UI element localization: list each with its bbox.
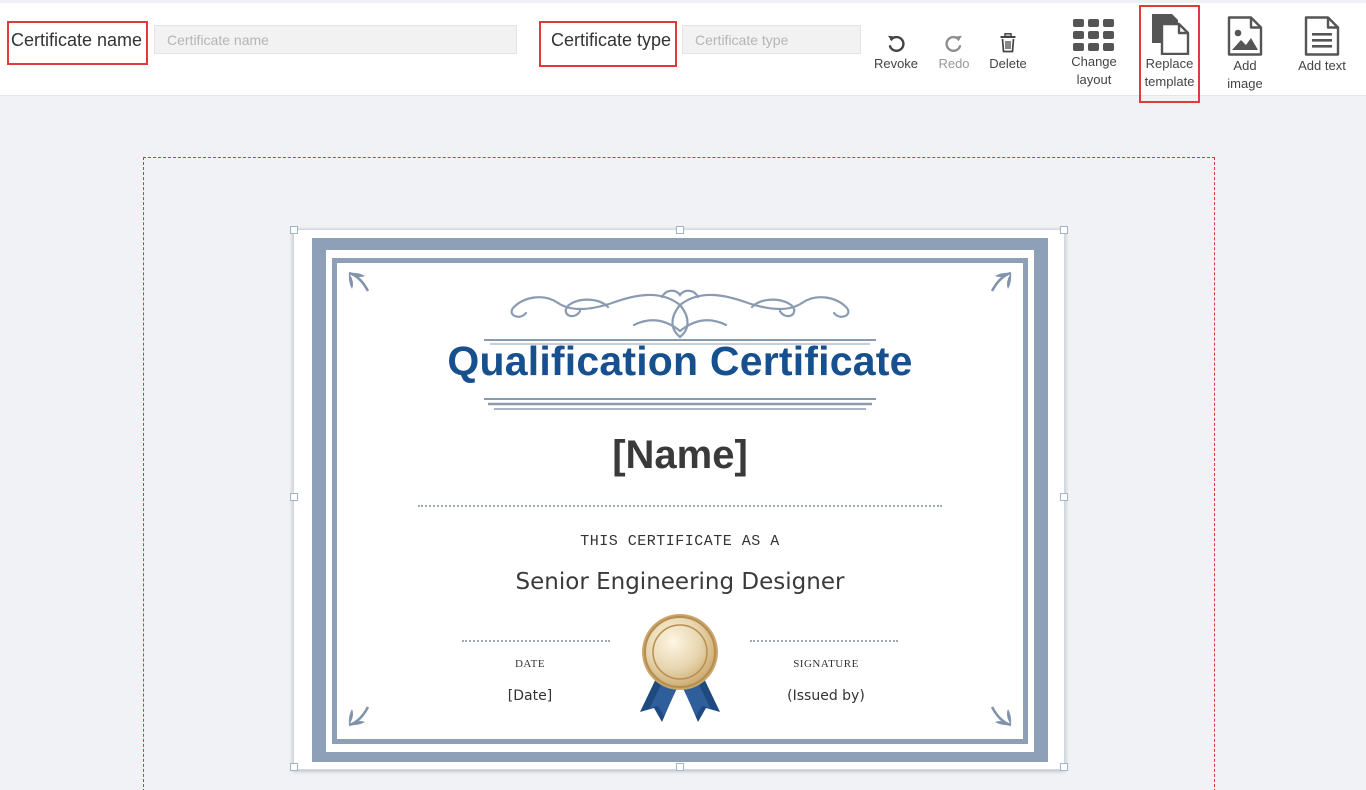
certificate-name-label: Certificate name bbox=[11, 30, 143, 50]
resize-handle-top-left[interactable] bbox=[290, 226, 298, 234]
undo-icon bbox=[884, 31, 908, 55]
certificate-type-input[interactable] bbox=[682, 25, 861, 54]
resize-handle-top[interactable] bbox=[676, 226, 684, 234]
corner-ornament-top-right-icon bbox=[990, 271, 1012, 292]
certificate-role[interactable]: Senior Engineering Designer bbox=[294, 569, 1066, 595]
add-image-button[interactable]: Add image bbox=[1215, 15, 1275, 93]
delete-label: Delete bbox=[989, 56, 1027, 71]
title-underline-icon bbox=[484, 398, 876, 410]
change-layout-label-line2: layout bbox=[1076, 72, 1112, 87]
signature-value[interactable]: (Issued by) bbox=[746, 688, 906, 704]
replace-template-label-line1: Replace bbox=[1145, 56, 1194, 71]
replace-template-button[interactable]: Replace template bbox=[1140, 13, 1199, 91]
toolbar: Certificate name Certificate type Revoke… bbox=[0, 0, 1366, 103]
certificate-title[interactable]: Qualification Certificate bbox=[294, 338, 1066, 385]
name-divider bbox=[418, 505, 942, 507]
change-layout-label-line1: Change bbox=[1071, 54, 1117, 69]
certificate-type-label: Certificate type bbox=[551, 30, 672, 50]
date-line bbox=[462, 640, 610, 642]
revoke-button[interactable]: Revoke bbox=[870, 31, 922, 73]
award-medal-icon bbox=[640, 614, 720, 722]
resize-handle-bottom[interactable] bbox=[676, 763, 684, 771]
date-value[interactable]: [Date] bbox=[450, 688, 610, 704]
text-document-icon bbox=[1302, 15, 1342, 57]
signature-caption: SIGNATURE bbox=[793, 658, 859, 670]
resize-handle-top-right[interactable] bbox=[1060, 226, 1068, 234]
change-layout-button[interactable]: Change layout bbox=[1062, 17, 1126, 89]
recipient-name[interactable]: [Name] bbox=[294, 433, 1066, 478]
revoke-label: Revoke bbox=[873, 56, 919, 71]
redo-button[interactable]: Redo bbox=[928, 31, 980, 73]
trash-icon bbox=[996, 31, 1020, 55]
resize-handle-left[interactable] bbox=[290, 493, 298, 501]
resize-handle-bottom-right[interactable] bbox=[1060, 763, 1068, 771]
replace-template-label-line2: template bbox=[1144, 74, 1195, 89]
resize-handle-right[interactable] bbox=[1060, 493, 1068, 501]
image-icon bbox=[1225, 15, 1265, 57]
corner-ornament-top-left-icon bbox=[348, 271, 370, 292]
certificate-sheet[interactable]: Qualification Certificate [Name] THIS CE… bbox=[290, 226, 1068, 771]
grid-icon bbox=[1072, 17, 1116, 53]
copy-document-icon bbox=[1148, 13, 1192, 55]
delete-button[interactable]: Delete bbox=[982, 31, 1034, 73]
redo-icon bbox=[942, 31, 966, 55]
certificate-name-input[interactable] bbox=[154, 25, 517, 54]
corner-ornament-bottom-right-icon bbox=[990, 706, 1012, 727]
header-flourish-icon bbox=[484, 289, 876, 345]
redo-label: Redo bbox=[938, 56, 970, 71]
add-text-button[interactable]: Add text bbox=[1290, 15, 1354, 75]
add-text-label: Add text bbox=[1298, 58, 1346, 73]
add-image-label-line1: Add bbox=[1233, 58, 1257, 73]
date-caption: DATE bbox=[514, 658, 546, 670]
corner-ornament-bottom-left-icon bbox=[348, 706, 370, 727]
resize-handle-bottom-left[interactable] bbox=[290, 763, 298, 771]
signature-line bbox=[750, 640, 898, 642]
certificate-statement[interactable]: THIS CERTIFICATE AS A bbox=[294, 533, 1066, 550]
add-image-label-line2: image bbox=[1227, 76, 1263, 91]
